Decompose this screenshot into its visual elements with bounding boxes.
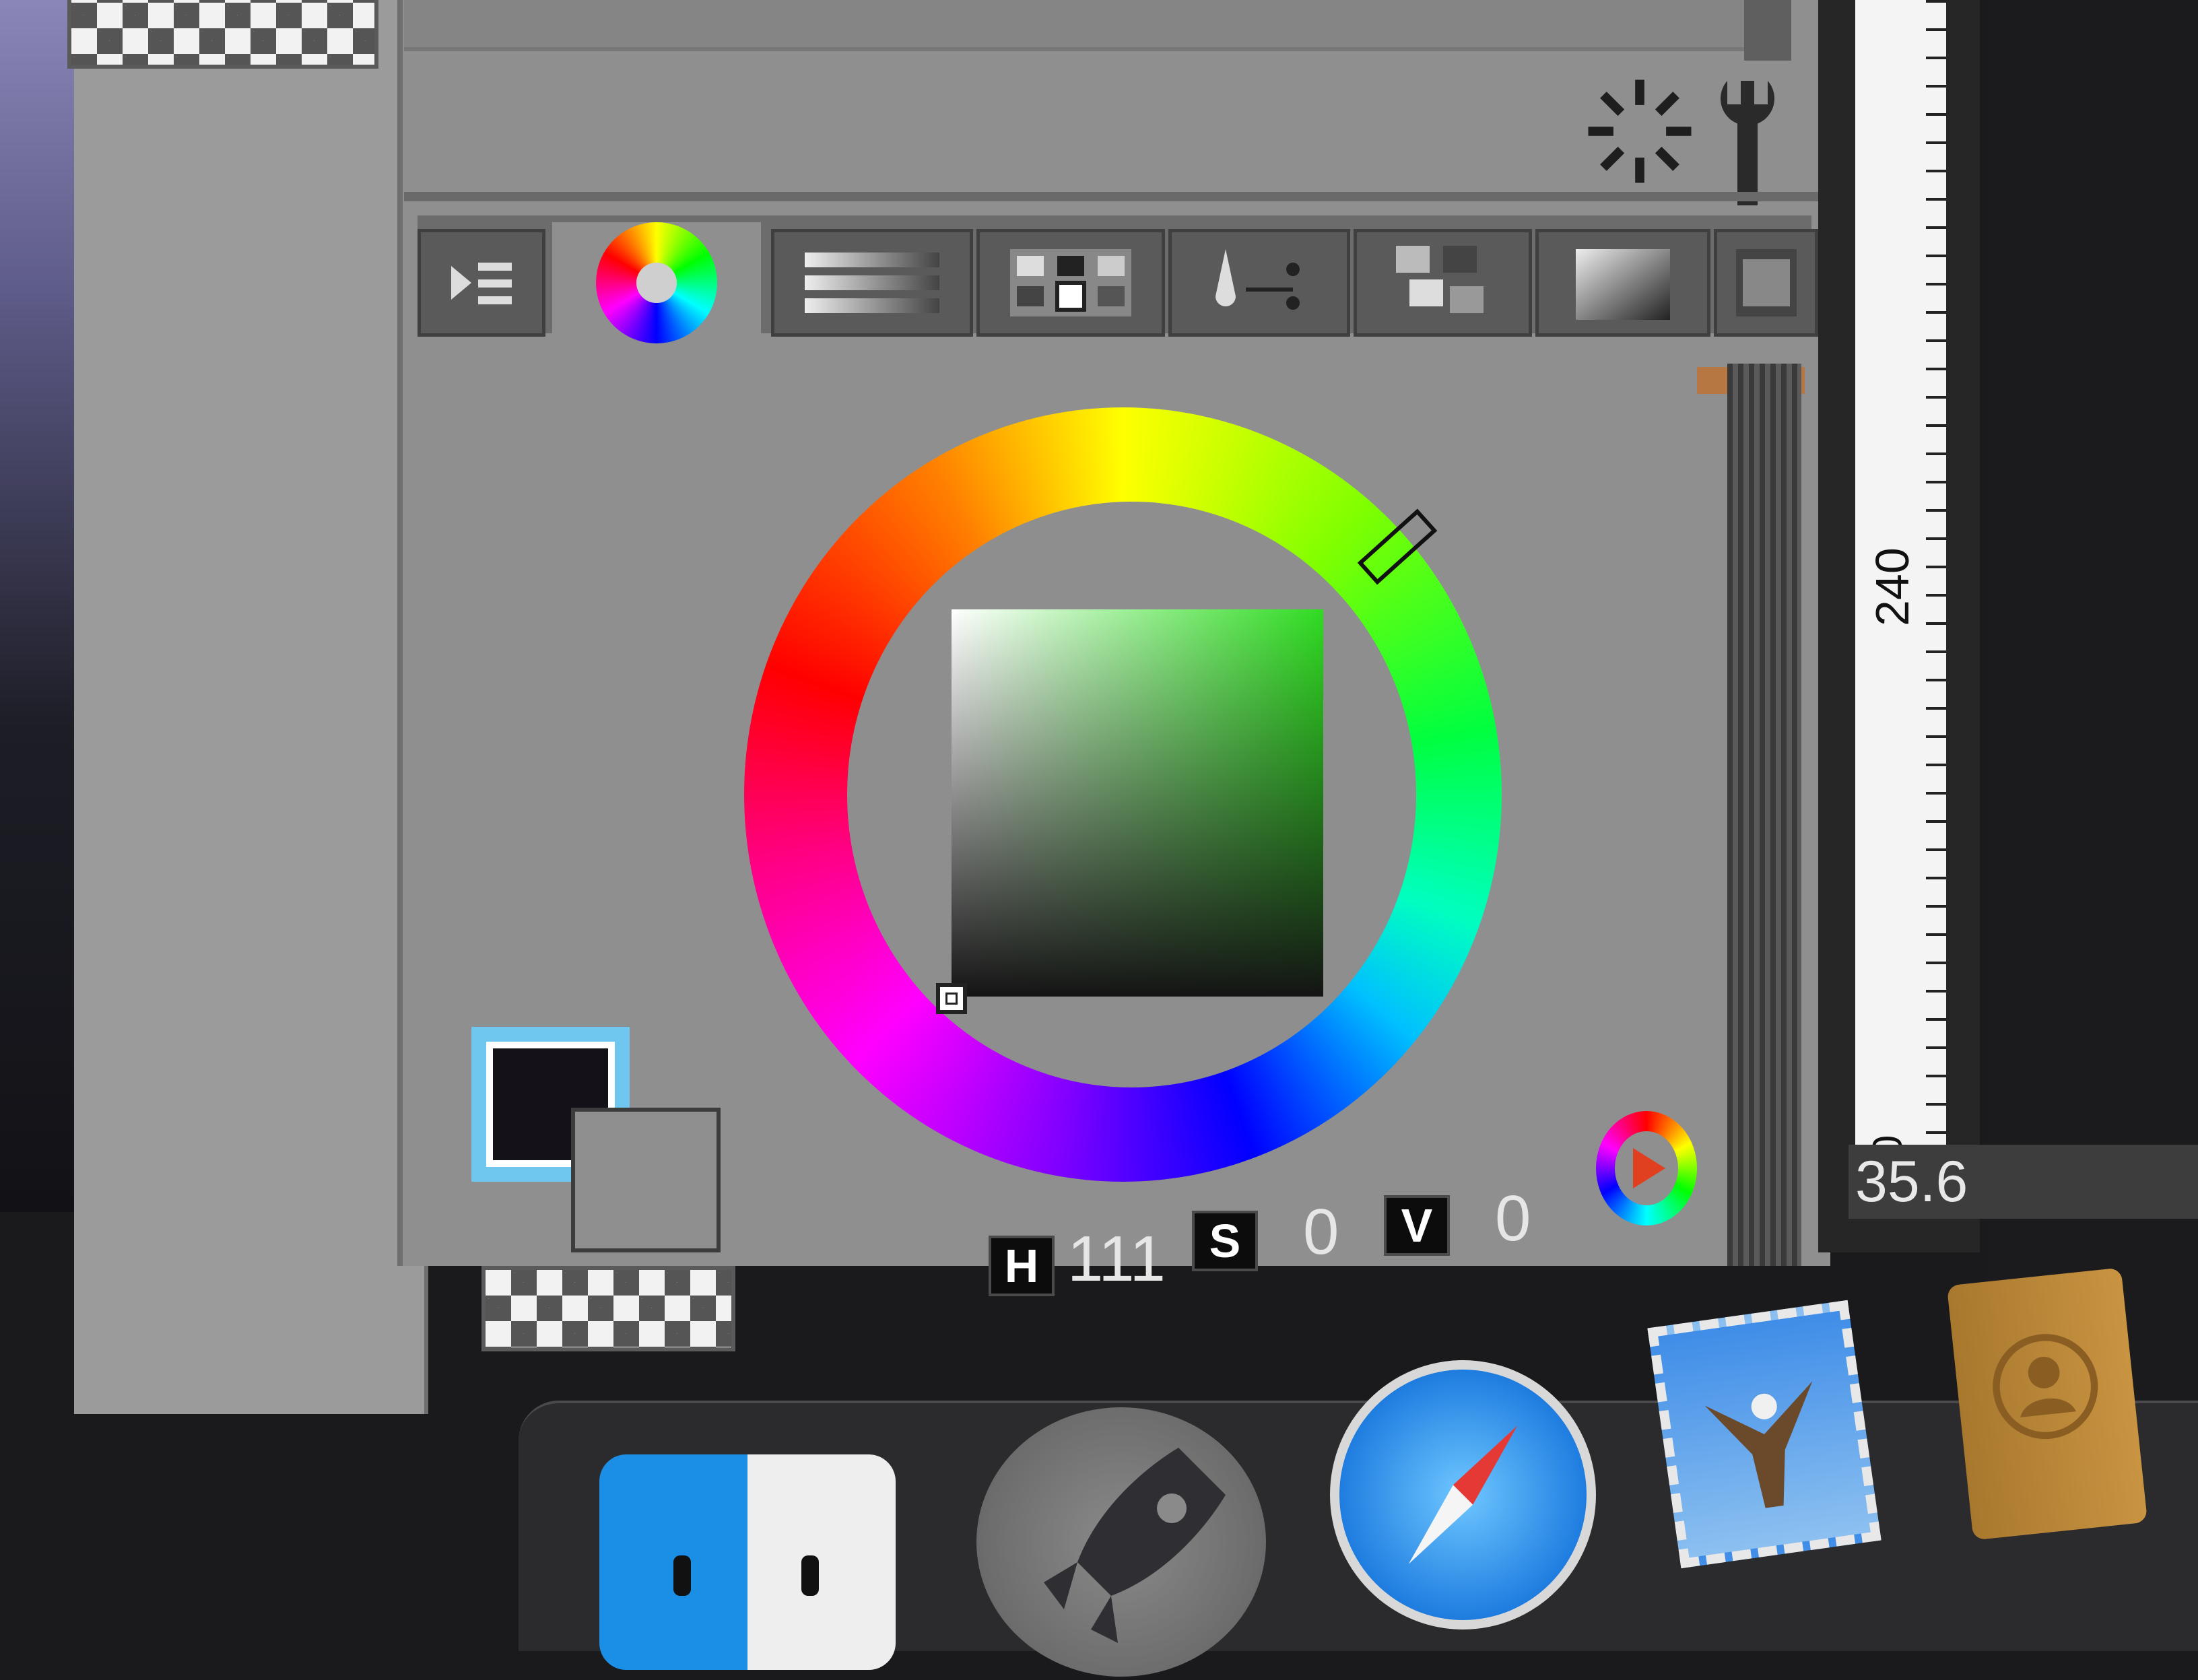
history-grid-icon xyxy=(1395,246,1484,313)
tab-bar xyxy=(418,215,1818,343)
sliders-icon xyxy=(805,253,939,313)
palette-grid-icon xyxy=(1010,249,1131,316)
sv-cursor[interactable] xyxy=(936,983,967,1014)
transparent-color-swatch-top[interactable] xyxy=(67,0,378,69)
background-color-swatch[interactable] xyxy=(571,1108,721,1252)
hue-value[interactable]: 111 xyxy=(1067,1222,1166,1296)
tab-color-history[interactable] xyxy=(1354,229,1532,337)
spinner-icon xyxy=(1588,79,1692,183)
finder-icon[interactable] xyxy=(599,1454,896,1670)
hue-label: H xyxy=(989,1236,1055,1296)
color-wheel-icon xyxy=(596,222,717,343)
top-scrollbar[interactable] xyxy=(1744,0,1791,61)
value-value[interactable]: 0 xyxy=(1495,1182,1531,1256)
rocket-icon[interactable] xyxy=(976,1407,1266,1677)
gradient-square-icon xyxy=(1576,249,1670,320)
tab-layer-menu[interactable] xyxy=(418,229,545,337)
ruler-label-240: 240 xyxy=(1866,547,1919,626)
eagle-stamp-icon[interactable] xyxy=(1647,1300,1881,1569)
tab-color-slider[interactable] xyxy=(771,229,973,337)
value-label: V xyxy=(1384,1195,1450,1256)
list-menu-icon xyxy=(451,263,512,304)
tab-extra[interactable] xyxy=(1714,229,1818,337)
left-panel xyxy=(74,0,428,1414)
wrench-icon[interactable] xyxy=(1697,74,1798,209)
panel-divider xyxy=(404,192,1818,201)
tab-approximate-color[interactable] xyxy=(1535,229,1710,337)
panel-scrollbar[interactable] xyxy=(1727,364,1801,1266)
saturation-value-square[interactable] xyxy=(952,609,1323,997)
tab-intermediate-color[interactable] xyxy=(1168,229,1350,337)
saturation-value[interactable]: 0 xyxy=(1303,1195,1339,1269)
panel-top-strip xyxy=(404,0,1785,51)
ruler-readout[interactable]: 35.6 xyxy=(1849,1145,2198,1219)
contacts-book-icon[interactable] xyxy=(1946,1267,2148,1541)
compass-icon[interactable] xyxy=(1330,1360,1596,1629)
play-icon xyxy=(1633,1148,1665,1188)
tab-color-set[interactable] xyxy=(976,229,1165,337)
ruler-ticks xyxy=(1926,0,1946,1145)
film-strip-icon xyxy=(1735,249,1797,316)
transparent-color-swatch[interactable] xyxy=(481,1266,735,1351)
saturation-label: S xyxy=(1192,1211,1258,1271)
dropper-icon xyxy=(1215,249,1300,310)
tab-color-wheel[interactable] xyxy=(552,222,761,343)
